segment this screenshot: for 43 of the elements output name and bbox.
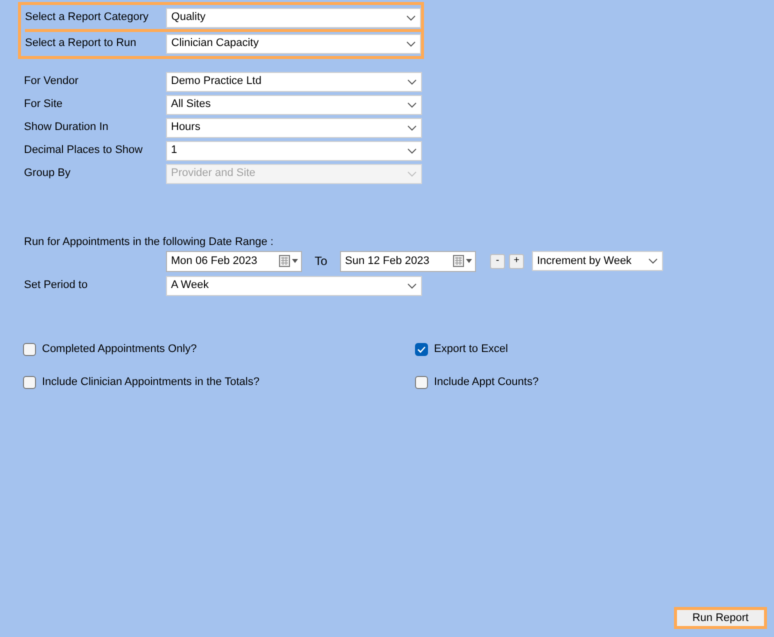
date-field[interactable]: Mon 06 Feb 2023 bbox=[166, 250, 302, 272]
check-icon bbox=[417, 346, 426, 353]
run-report-button[interactable]: Run Report bbox=[674, 607, 767, 629]
checkbox[interactable] bbox=[415, 343, 428, 356]
field-label: Group By bbox=[24, 166, 72, 182]
checkbox-label: Export to Excel bbox=[434, 342, 508, 358]
checkbox[interactable] bbox=[415, 376, 428, 389]
field-label: Select a Report Category bbox=[25, 10, 150, 26]
field-label: Set Period to bbox=[24, 278, 89, 294]
checkbox-label: Include Clinician Appointments in the Totals? bbox=[42, 375, 260, 390]
field-label: Decimal Places to Show bbox=[24, 143, 144, 158]
dropdown[interactable]: Quality bbox=[166, 8, 421, 28]
field-label: For Site bbox=[24, 97, 64, 112]
chevron-down-icon bbox=[406, 14, 416, 20]
date-field[interactable]: Sun 12 Feb 2023 bbox=[340, 250, 476, 272]
chevron-down-icon bbox=[407, 124, 417, 130]
checkbox[interactable] bbox=[23, 376, 36, 389]
chevron-down-icon bbox=[648, 258, 658, 264]
chevron-down-icon bbox=[407, 78, 417, 84]
dropdown[interactable]: Clinician Capacity bbox=[166, 34, 421, 54]
checkbox-label: Completed Appointments Only? bbox=[42, 342, 197, 358]
chevron-down-icon bbox=[407, 102, 417, 108]
dropdown[interactable]: Increment by Week bbox=[532, 251, 663, 271]
field-label: Show Duration In bbox=[24, 120, 110, 136]
chevron-down-icon bbox=[406, 40, 416, 46]
field-label: Select a Report to Run bbox=[25, 36, 138, 52]
checkbox-label: Include Appt Counts? bbox=[434, 375, 539, 390]
chevron-down-icon bbox=[407, 282, 417, 288]
field-label: For Vendor bbox=[24, 74, 80, 90]
increment-button[interactable]: + bbox=[509, 254, 524, 268]
calendar-icon[interactable] bbox=[453, 255, 473, 267]
dropdown[interactable]: Demo Practice Ltd bbox=[166, 72, 422, 92]
dropdown[interactable]: 1 bbox=[166, 140, 422, 160]
dropdown[interactable]: Hours bbox=[166, 118, 422, 138]
dropdown[interactable]: A Week bbox=[166, 276, 422, 296]
dropdown[interactable]: All Sites bbox=[166, 94, 422, 114]
decrement-button[interactable]: - bbox=[490, 254, 505, 268]
chevron-down-icon bbox=[407, 148, 417, 154]
chevron-down-icon bbox=[407, 170, 417, 176]
date-range-label: Run for Appointments in the following Date Range : bbox=[24, 235, 274, 248]
calendar-icon[interactable] bbox=[279, 255, 299, 267]
checkbox[interactable] bbox=[23, 343, 36, 356]
to-label: To bbox=[314, 253, 328, 270]
